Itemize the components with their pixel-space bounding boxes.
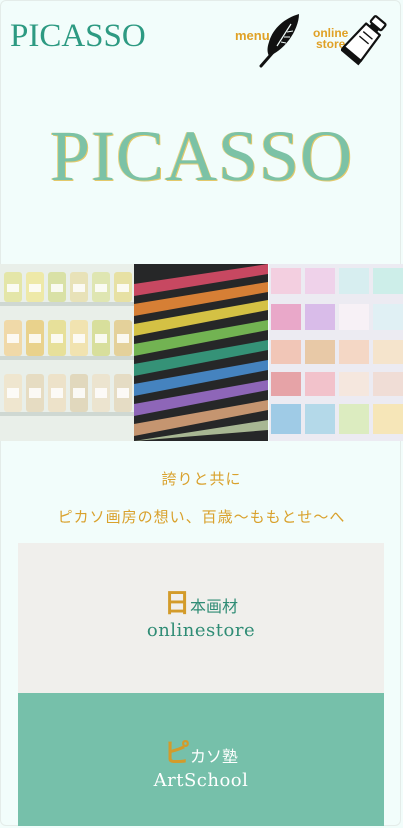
tagline: 誇りと共に ピカソ画房の想い、百歳〜ももとせ〜へ xyxy=(0,460,403,536)
online-store-card[interactable]: 日本画材 onlinestore xyxy=(18,543,384,693)
art-school-card-initial: ピ xyxy=(163,739,190,769)
pastel-boxes-photo xyxy=(268,264,403,441)
online-store-card-title: 日本画材 xyxy=(18,591,384,620)
online-store-button[interactable]: online store xyxy=(311,12,391,68)
paint-tube-icon xyxy=(341,15,387,66)
art-school-card-title: ピカソ塾 xyxy=(18,741,384,770)
feather-icon xyxy=(259,14,299,68)
hero-logo: PICASSO xyxy=(49,116,354,196)
art-school-card-title-rest: カソ塾 xyxy=(190,747,239,766)
online-store-card-subtitle: onlinestore xyxy=(146,620,256,641)
header-logo[interactable]: PICASSO xyxy=(10,20,146,53)
tagline-line2: ピカソ画房の想い、百歳〜ももとせ〜へ xyxy=(57,508,346,526)
header: PICASSO menu online store xyxy=(0,0,403,80)
photo-strip xyxy=(0,264,403,441)
art-school-card-subtitle: ArtSchool xyxy=(153,770,249,791)
tagline-line1: 誇りと共に xyxy=(161,470,242,488)
online-store-card-title-rest: 本画材 xyxy=(190,597,239,616)
menu-button[interactable]: menu xyxy=(233,12,305,68)
art-school-card[interactable]: ピカソ塾 ArtSchool xyxy=(18,693,384,826)
bottles-photo xyxy=(0,264,134,441)
pastels-photo xyxy=(134,264,269,441)
online-store-card-initial: 日 xyxy=(163,589,190,619)
